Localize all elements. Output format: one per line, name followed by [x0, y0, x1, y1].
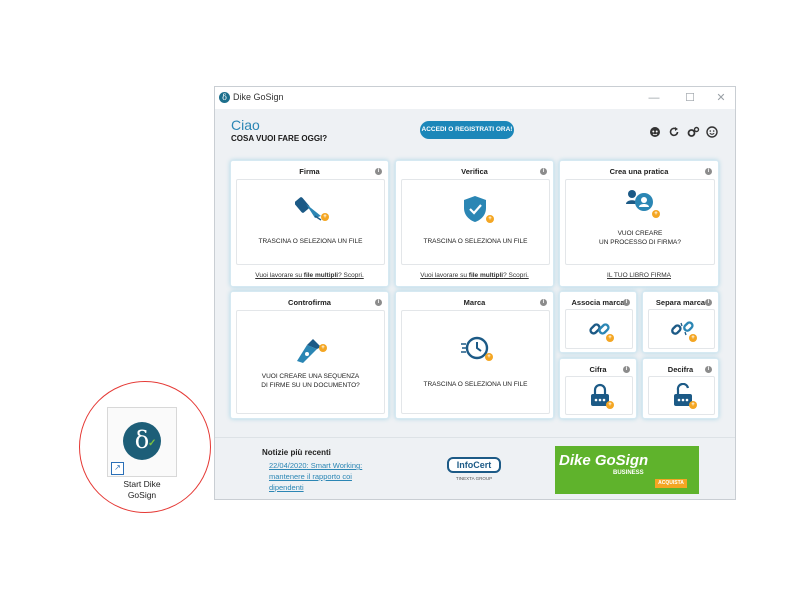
crea-pratica-zone[interactable]: + VUOI CREARE UN PROCESSO DI FIRMA? [565, 179, 715, 265]
profile-icon[interactable] [706, 126, 718, 138]
separa-marca-zone[interactable]: + [648, 309, 715, 349]
minimize-button[interactable]: — [645, 90, 663, 106]
add-badge-icon: + [319, 344, 327, 352]
user-support-icon[interactable] [649, 126, 661, 138]
card-decifra[interactable]: Decifra i + [642, 358, 719, 419]
info-icon[interactable]: i [705, 366, 712, 373]
add-badge-icon: + [606, 401, 614, 409]
app-logo-icon: δ [219, 92, 230, 103]
timestamp-clock-icon [460, 335, 490, 368]
add-badge-icon: + [689, 334, 697, 342]
card-separa-marca[interactable]: Separa marca i + [642, 291, 719, 353]
card-crea-pratica: Crea una pratica i + VUOI CREARE UN PROC… [559, 160, 719, 287]
card-title: Controfirma [288, 298, 331, 307]
card-title: Firma [299, 167, 320, 176]
drop-text: TRASCINA O SELEZIONA UN FILE [423, 238, 528, 245]
tinexta-group-label: TINEXTA GROUP [455, 476, 493, 481]
buy-button[interactable]: ACQUISTA [655, 479, 687, 488]
shortcut-label-line-1: Start Dike [123, 479, 161, 489]
drop-line-2: DI FIRME SU UN DOCUMENTO? [261, 382, 360, 389]
add-badge-icon: + [321, 213, 329, 221]
unlock-icon [671, 382, 695, 414]
check-mark-icon: ✓ [148, 438, 157, 449]
add-badge-icon: + [486, 215, 494, 223]
card-verifica: Verifica i + TRASCINA O SELEZIONA UN FIL… [395, 160, 554, 287]
card-cifra[interactable]: Cifra i + [559, 358, 637, 419]
info-icon[interactable]: i [623, 299, 630, 306]
banner-subtitle: BUSINESS [613, 470, 644, 476]
info-icon[interactable]: i [375, 168, 382, 175]
desktop-shortcut-label[interactable]: Start Dike GoSign [107, 479, 177, 501]
info-icon[interactable]: i [705, 299, 712, 306]
info-icon[interactable]: i [540, 168, 547, 175]
decifra-zone[interactable]: + [648, 376, 715, 415]
info-icon[interactable]: i [705, 168, 712, 175]
window-title: Dike GoSign [233, 92, 284, 102]
maximize-button[interactable]: ☐ [681, 90, 699, 106]
login-register-button[interactable]: ACCEDI O REGISTRATI ORA! [420, 121, 514, 139]
card-controfirma: Controfirma i + VUOI CREARE UNA SEQUENZA… [230, 291, 389, 419]
drop-line-1: VUOI CREARE [617, 230, 663, 237]
card-title: Verifica [461, 167, 488, 176]
info-icon[interactable]: i [540, 299, 547, 306]
news-link[interactable]: 22/04/2020: Smart Working: mantenere il … [269, 460, 379, 493]
add-badge-icon: + [606, 334, 614, 342]
associa-marca-zone[interactable]: + [565, 309, 633, 349]
drop-line-2: UN PROCESSO DI FIRMA? [599, 239, 681, 246]
info-icon[interactable]: i [375, 299, 382, 306]
shortcut-arrow-icon: ↗ [111, 462, 124, 475]
banner-title: Dike GoSign [559, 452, 649, 469]
shield-check-icon [460, 194, 490, 229]
gosign-business-banner[interactable]: Dike GoSign BUSINESS ACQUISTA [555, 446, 699, 494]
card-associa-marca[interactable]: Associa marca i + [559, 291, 637, 353]
card-marca: Marca i + TRASCINA O SELEZIONA UN FILE [395, 291, 554, 419]
multiple-files-link[interactable]: Vuoi lavorare su file multipli? Scopri. [396, 272, 553, 279]
verifica-drop-zone[interactable]: + TRASCINA O SELEZIONA UN FILE [401, 179, 550, 265]
libro-firma-link[interactable]: IL TUO LIBRO FIRMA [560, 272, 718, 279]
lock-icon [588, 383, 612, 414]
drop-line-1: VUOI CREARE UNA SEQUENZA [261, 373, 360, 380]
marca-drop-zone[interactable]: + TRASCINA O SELEZIONA UN FILE [401, 310, 550, 414]
info-icon[interactable]: i [623, 366, 630, 373]
greeting: Ciao [231, 117, 260, 133]
cifra-zone[interactable]: + [565, 376, 633, 415]
add-badge-icon: + [689, 401, 697, 409]
drop-text: TRASCINA O SELEZIONA UN FILE [258, 238, 363, 245]
card-title: Marca [463, 298, 486, 307]
close-button[interactable]: ✕ [712, 90, 730, 106]
add-badge-icon: + [652, 210, 660, 218]
firma-drop-zone[interactable]: + TRASCINA O SELEZIONA UN FILE [236, 179, 385, 265]
drop-text: TRASCINA O SELEZIONA UN FILE [423, 381, 528, 388]
add-badge-icon: + [485, 353, 493, 361]
pen-sign-icon [294, 194, 329, 229]
pen-nib-icon [293, 335, 327, 370]
multiple-files-link[interactable]: Vuoi lavorare su file multipli? Scopri. [231, 272, 388, 279]
controfirma-drop-zone[interactable]: + VUOI CREARE UNA SEQUENZA DI FIRME SU U… [236, 310, 385, 414]
card-title: Crea una pratica [609, 167, 669, 176]
desktop-shortcut-icon[interactable]: δ ✓ ↗ [107, 407, 177, 477]
shortcut-label-line-2: GoSign [127, 490, 157, 500]
infocert-logo[interactable]: InfoCert [447, 457, 501, 473]
question-heading: COSA VUOI FARE OGGI? [231, 134, 328, 143]
refresh-icon[interactable] [668, 126, 680, 138]
card-firma: Firma i + TRASCINA O SELEZIONA UN FILE V… [230, 160, 389, 287]
news-bar: Notizie più recenti 22/04/2020: Smart Wo… [215, 437, 735, 499]
app-header: Ciao COSA VUOI FARE OGGI? ACCEDI O REGIS… [215, 109, 735, 159]
users-process-icon [624, 186, 658, 223]
title-bar: δ Dike GoSign — ☐ ✕ [215, 87, 735, 109]
app-window: δ Dike GoSign — ☐ ✕ Ciao COSA VUOI FARE … [214, 86, 736, 500]
settings-icon[interactable] [687, 126, 700, 138]
news-heading: Notizie più recenti [262, 448, 331, 457]
